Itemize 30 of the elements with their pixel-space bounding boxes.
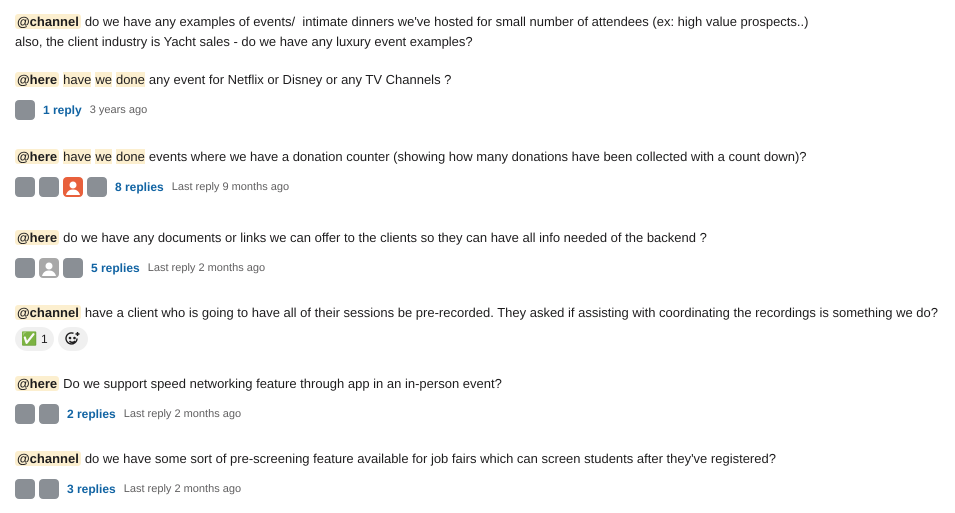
last-reply-time: Last reply 9 months ago (172, 180, 290, 195)
message-text: @channel do we have some sort of pre-screening feature available for job fairs which can screen students after they've registered? (15, 450, 777, 468)
reaction-button[interactable]: ✅ 1 (15, 327, 54, 351)
message-text: @here have we done any event for Netflix or Disney or any TV Channels ? (15, 71, 452, 89)
smiley-plus-icon (64, 331, 81, 347)
message-text: @here do we have any documents or links we can offer to the clients so they can have all info needed of the backend ? (15, 229, 708, 247)
last-reply-time: Last reply 2 months ago (124, 482, 242, 497)
last-reply-time: Last reply 2 months ago (124, 406, 242, 422)
message-text: @here Do we support speed networking feature through app in an in-person event? (15, 375, 503, 393)
reply-count-link[interactable]: 1 reply (43, 101, 82, 119)
avatar-photo (39, 479, 59, 499)
avatar-photo (15, 100, 35, 120)
last-reply-time: Last reply 2 months ago (148, 260, 266, 276)
avatar-photo (87, 177, 107, 197)
reply-count-link[interactable]: 8 replies (115, 178, 164, 196)
avatar-photo (63, 258, 83, 278)
message-text: @channel do we have any examples of events/ intimate dinners we've hosted for small number of attendees (ex: high value prospects..) also, the client industry is Yacht sales - do we have any luxury event examples? (15, 13, 810, 51)
reply-count-link[interactable]: 5 replies (91, 259, 140, 277)
add-reaction-button[interactable] (58, 327, 88, 351)
reply-count-link[interactable]: 2 replies (67, 405, 116, 423)
avatar-photo (39, 177, 59, 197)
avatar-photo (15, 177, 35, 197)
message-text: @here have we done events where we have a donation counter (showing how many donations have been collected with a count down)? (15, 148, 808, 166)
reply-count-link[interactable]: 3 replies (67, 480, 116, 498)
message-text: @channel have a client who is going to have all of their sessions be pre-recorded. They asked if assisting with coordinating the recordings is something we do? (15, 304, 939, 322)
avatar-photo (15, 479, 35, 499)
avatar-photo (15, 404, 35, 424)
avatar-photo (15, 258, 35, 278)
avatar-photo (39, 404, 59, 424)
last-reply-time: 3 years ago (90, 102, 148, 118)
